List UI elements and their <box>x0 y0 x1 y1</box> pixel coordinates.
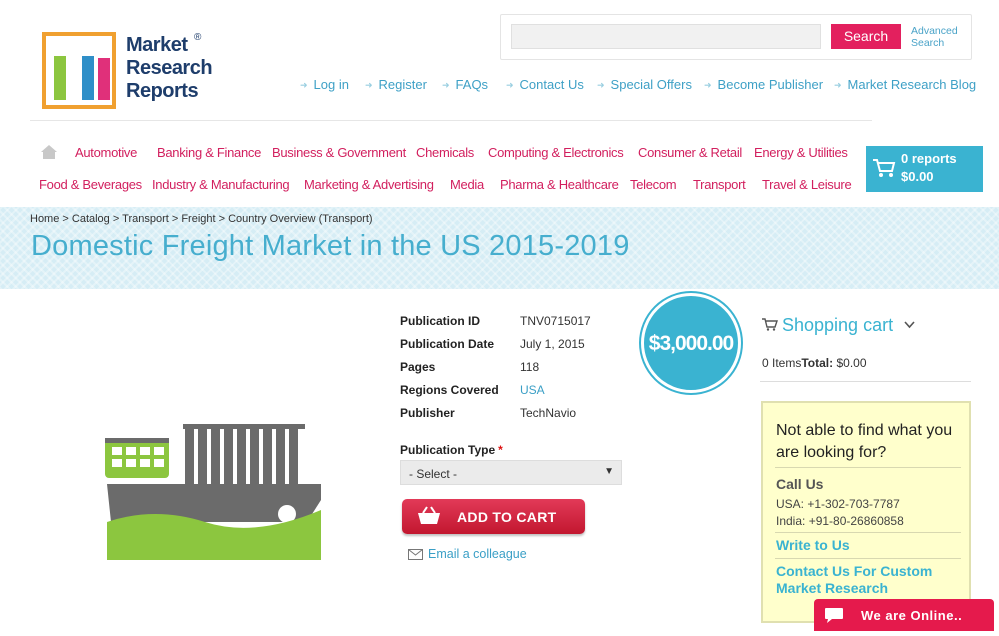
category-pharma-healthcare[interactable]: Pharma & Healthcare <box>500 177 619 192</box>
basket-icon <box>418 506 440 524</box>
nav-special-offers[interactable]: ➜ Special Offers <box>597 77 692 92</box>
nav-faqs[interactable]: ➜ FAQs <box>442 77 488 92</box>
contact-custom-research-link[interactable]: Contact Us For Custom Market Research <box>776 563 966 597</box>
cart-icon <box>762 318 778 331</box>
shopping-cart-title[interactable]: Shopping cart <box>762 315 915 336</box>
page-title: Domestic Freight Market in the US 2015-2… <box>31 230 630 262</box>
price-value: $3,000.00 <box>648 332 734 355</box>
search-box: Search Advanced Search <box>500 14 972 60</box>
search-button[interactable]: Search <box>831 24 901 49</box>
help-box: Not able to find what you are looking fo… <box>761 401 971 623</box>
header-cart-reports: 0 reports <box>901 151 957 166</box>
nav-become-publisher[interactable]: ➜ Become Publisher <box>704 77 823 92</box>
category-chemicals[interactable]: Chemicals <box>416 145 474 160</box>
publisher-label: Publisher <box>400 406 455 420</box>
header-cart[interactable]: 0 reports $0.00 <box>866 146 983 192</box>
sidebar-divider <box>760 381 971 382</box>
regions-covered-label: Regions Covered <box>400 383 499 397</box>
logo-mark <box>42 32 116 109</box>
publication-date-value: July 1, 2015 <box>520 337 585 351</box>
chat-widget[interactable]: We are Online.. <box>814 599 994 631</box>
add-to-cart-label: ADD TO CART <box>457 509 557 525</box>
pages-label: Pages <box>400 360 436 374</box>
search-input[interactable] <box>511 24 821 49</box>
phone-usa: USA: +1-302-703-7787 <box>776 497 900 511</box>
price-badge: $3,000.00 <box>641 293 741 393</box>
email-colleague-link[interactable]: Email a colleague <box>408 547 527 561</box>
chevron-down-icon <box>904 321 915 329</box>
publication-id-label: Publication ID <box>400 314 481 328</box>
logo-registered-mark: ® <box>194 32 202 43</box>
category-banking-finance[interactable]: Banking & Finance <box>157 145 261 160</box>
advanced-search-link[interactable]: Advanced Search <box>911 25 971 49</box>
category-energy-utilities[interactable]: Energy & Utilities <box>754 145 848 160</box>
publication-date-label: Publication Date <box>400 337 495 351</box>
logo-text: Market Research Reports <box>126 34 213 102</box>
publication-id-value: TNV0715017 <box>520 314 591 328</box>
phone-india: India: +91-80-26860858 <box>776 514 904 528</box>
publisher-value: TechNavio <box>520 406 577 420</box>
home-icon[interactable] <box>40 144 58 160</box>
category-industry-manufacturing[interactable]: Industry & Manufacturing <box>152 177 290 192</box>
ship-icon <box>95 418 335 568</box>
add-to-cart-button[interactable]: ADD TO CART <box>402 499 585 534</box>
header-cart-total: $0.00 <box>901 169 934 184</box>
category-telecom[interactable]: Telecom <box>630 177 677 192</box>
category-food-beverages[interactable]: Food & Beverages <box>39 177 142 192</box>
breadcrumb[interactable]: Home > Catalog > Transport > Freight > C… <box>30 213 373 225</box>
site-logo[interactable]: Market Research Reports ® <box>42 32 222 112</box>
category-transport[interactable]: Transport <box>693 177 746 192</box>
nav-contact-us[interactable]: ➜ Contact Us <box>506 77 584 92</box>
select-arrow-icon: ▼ <box>604 466 614 477</box>
nav-register[interactable]: ➜ Register <box>365 77 427 92</box>
nav-market-research-blog[interactable]: ➜ Market Research Blog <box>834 77 976 92</box>
chat-icon <box>825 608 843 623</box>
cart-icon <box>873 159 896 177</box>
required-mark: * <box>498 443 503 457</box>
category-computing-electronics[interactable]: Computing & Electronics <box>488 145 624 160</box>
cart-summary: 0 ItemsTotal: $0.00 <box>762 356 867 370</box>
publication-type-label: Publication Type * <box>400 443 503 457</box>
publication-type-selected: - Select - <box>409 467 458 481</box>
pages-value: 118 <box>520 360 540 374</box>
category-business-government[interactable]: Business & Government <box>272 145 406 160</box>
category-marketing-advertising[interactable]: Marketing & Advertising <box>304 177 434 192</box>
regions-covered-link[interactable]: USA <box>520 383 545 397</box>
header-divider <box>30 120 872 121</box>
email-icon <box>408 549 423 560</box>
category-automotive[interactable]: Automotive <box>75 145 137 160</box>
category-media[interactable]: Media <box>450 177 484 192</box>
category-consumer-retail[interactable]: Consumer & Retail <box>638 145 742 160</box>
help-question: Not able to find what you are looking fo… <box>776 422 953 461</box>
write-to-us-link[interactable]: Write to Us <box>776 537 966 554</box>
publication-type-select[interactable]: - Select - ▼ <box>400 460 622 485</box>
category-travel-leisure[interactable]: Travel & Leisure <box>762 177 852 192</box>
nav-log-in[interactable]: ➜ Log in <box>300 77 349 92</box>
call-us-heading: Call Us <box>776 476 824 492</box>
